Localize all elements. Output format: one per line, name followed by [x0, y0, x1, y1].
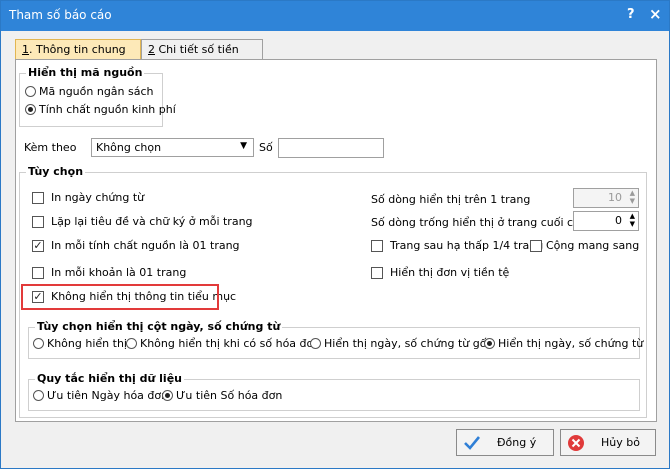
radio-button[interactable]	[484, 338, 495, 349]
blank-rows-label: Số dòng trống hiển thị ở trang cuối cùng	[371, 216, 595, 229]
checkbox[interactable]	[32, 191, 44, 204]
check-print-date[interactable]: In ngày chứng từ	[32, 191, 144, 204]
radio-invoice-number[interactable]: Ưu tiên Số hóa đơn	[162, 389, 282, 402]
group-title: Tùy chọn hiển thị cột ngày, số chứng từ	[35, 320, 283, 333]
rows-per-page-spinner: 10 ▲ ▼	[573, 188, 639, 208]
group-title: Tùy chọn	[26, 165, 86, 178]
checkbox[interactable]	[32, 266, 44, 279]
radio-date-original[interactable]: Hiển thị ngày, số chứng từ gốc	[310, 337, 493, 350]
radio-button[interactable]	[126, 338, 137, 349]
radio-date-none[interactable]: Không hiển thị	[33, 337, 127, 350]
window-title: Tham số báo cáo	[9, 8, 112, 22]
radio-button[interactable]	[25, 86, 36, 97]
attach-label: Kèm theo	[24, 141, 77, 154]
checkbox[interactable]	[371, 239, 383, 252]
tab-general[interactable]: 1. Thông tin chung	[15, 39, 141, 60]
radio-date-hide-with-invoice[interactable]: Không hiển thị khi có số hóa đơn	[126, 337, 320, 350]
tab-panel: Hiển thị mã nguồn Mã nguồn ngân sách Tín…	[15, 59, 657, 422]
blank-rows-spinner[interactable]: 0 ▲ ▼	[573, 211, 639, 231]
check-page-per-item[interactable]: In mỗi khoản là 01 trang	[32, 266, 186, 279]
help-icon[interactable]: ?	[627, 7, 635, 22]
radio-button[interactable]	[33, 338, 44, 349]
checkbox[interactable]: ✓	[32, 239, 44, 252]
check-page-per-nature[interactable]: ✓ In mỗi tính chất nguồn là 01 trang	[32, 239, 240, 252]
title-bar: Tham số báo cáo ? ×	[1, 1, 669, 31]
ok-button[interactable]: Đồng ý	[456, 429, 554, 456]
checkbox[interactable]	[32, 215, 44, 228]
radio-invoice-date[interactable]: Ưu tiên Ngày hóa đơn	[33, 389, 168, 402]
checkbox[interactable]	[371, 266, 383, 279]
check-carry-total[interactable]: Cộng mang sang	[530, 239, 639, 252]
close-icon[interactable]: ×	[649, 5, 662, 23]
group-title: Quy tắc hiển thị dữ liệu	[35, 372, 184, 385]
tab-amount-details[interactable]: 2 Chi tiết số tiền	[141, 39, 263, 59]
so-input[interactable]	[278, 138, 384, 158]
cancel-button[interactable]: Hủy bỏ	[560, 429, 656, 456]
date-options-group: Tùy chọn hiển thị cột ngày, số chứng từ …	[28, 320, 643, 359]
so-label: Số	[259, 141, 273, 154]
radio-button[interactable]	[162, 390, 173, 401]
spin-arrows-icon: ▲ ▼	[629, 189, 635, 205]
radio-button[interactable]	[310, 338, 321, 349]
attach-value: Không chọn	[96, 141, 162, 154]
checkmark-icon	[464, 436, 481, 450]
check-currency-unit[interactable]: Hiển thị đơn vị tiền tệ	[371, 266, 509, 279]
radio-button[interactable]	[33, 390, 44, 401]
radio-date-voucher[interactable]: Hiển thị ngày, số chứng từ	[484, 337, 643, 350]
check-lower-page[interactable]: Trang sau hạ thấp 1/4 trang	[371, 239, 543, 252]
checkbox[interactable]	[530, 239, 542, 252]
source-display-group: Hiển thị mã nguồn Mã nguồn ngân sách Tín…	[19, 66, 176, 127]
radio-funding-nature[interactable]: Tính chất nguồn kinh phí	[25, 103, 176, 116]
dialog-window: Tham số báo cáo ? × 1. Thông tin chung 2…	[0, 0, 670, 469]
highlight-box	[21, 284, 219, 310]
chevron-down-icon[interactable]: ▼	[240, 141, 247, 151]
attach-select[interactable]: Không chọn ▼	[91, 138, 254, 157]
radio-budget-source[interactable]: Mã nguồn ngân sách	[25, 85, 154, 98]
rows-per-page-label: Số dòng hiển thị trên 1 trang	[371, 193, 531, 206]
cancel-icon	[568, 435, 584, 451]
spin-arrows-icon[interactable]: ▲ ▼	[630, 212, 635, 228]
data-rules-group: Quy tắc hiển thị dữ liệu Ưu tiên Ngày hó…	[28, 372, 640, 411]
radio-button[interactable]	[25, 104, 36, 115]
group-title: Hiển thị mã nguồn	[26, 66, 145, 79]
check-repeat-header[interactable]: Lặp lại tiêu đề và chữ ký ở mỗi trang	[32, 215, 253, 228]
